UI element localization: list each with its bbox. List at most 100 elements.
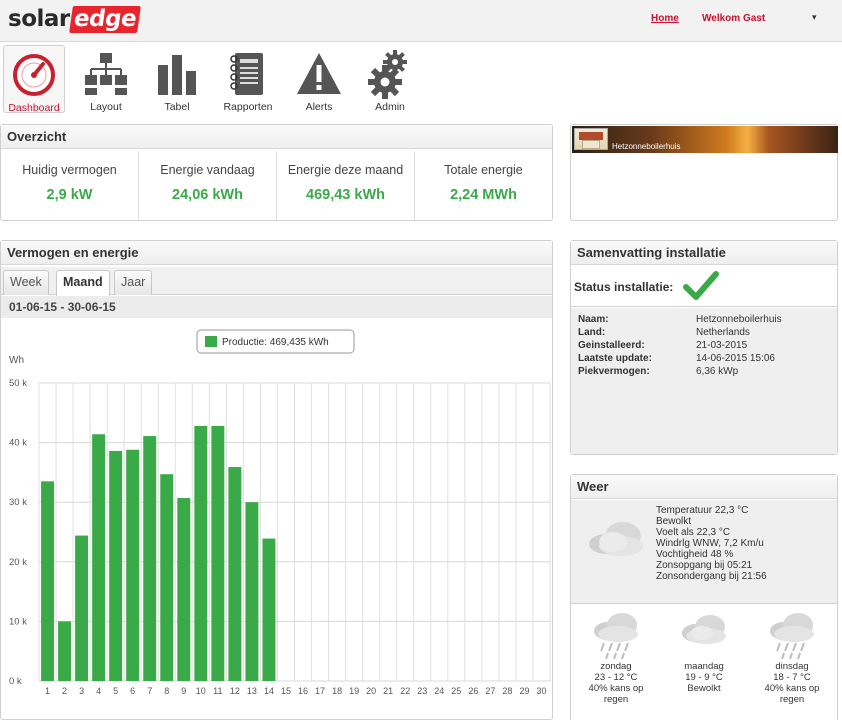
x-tick-label: 17 — [315, 686, 325, 696]
overview-label: Totale energie — [444, 163, 523, 177]
overview-label: Energie deze maand — [287, 163, 404, 177]
tab-week[interactable]: Week — [3, 270, 49, 295]
forecast-desc: 40% kans op — [588, 683, 644, 694]
power-energy-panel: Vermogen en energie Week Maand Jaar 01-0… — [0, 240, 553, 720]
weather-sunset: Zonsondergang bij 21:56 — [656, 571, 767, 582]
x-tick-label: 23 — [417, 686, 427, 696]
overview-title: Overzicht — [1, 125, 552, 149]
nav-rapporten[interactable]: Rapporten — [217, 45, 279, 113]
current-weather: Temperatuur 22,3 °C Bewolkt Voelt als 22… — [571, 500, 837, 604]
bar-day-14 — [262, 538, 276, 681]
nav-dashboard-label: Dashboard — [8, 102, 60, 114]
nav-admin[interactable]: Admin — [359, 45, 421, 113]
weather-humidity: Vochtigheid 48 % — [656, 549, 734, 560]
home-link[interactable]: Home — [651, 13, 679, 24]
y-axis-label: Wh — [9, 355, 24, 366]
forecast-day: dinsdag 18 - 7 °C 40% kans op regen — [749, 605, 835, 705]
y-tick-label: 30 k — [9, 497, 27, 508]
x-tick-label: 15 — [281, 686, 291, 696]
logo-edge-text: edge — [68, 5, 141, 33]
top-bar: solar edge Home Welkom Gast ▾ — [0, 0, 842, 42]
weather-wind: Windrlg WNW, 7,2 Km/u — [656, 538, 764, 549]
summary-value: 6,36 kWp — [696, 366, 739, 377]
overview-current-power: Huidig vermogen 2,9 kW — [1, 151, 139, 220]
site-name-caption: Hetzonneboilerhuis — [612, 142, 681, 151]
overview-panel: Overzicht Huidig vermogen 2,9 kW Energie… — [0, 124, 553, 221]
forecast-day-name: maandag — [684, 661, 724, 672]
bar-day-4 — [92, 434, 106, 681]
overview-value: 2,24 MWh — [450, 187, 517, 203]
overview-value: 2,9 kW — [46, 187, 93, 203]
forecast-desc: 40% kans op — [764, 683, 820, 694]
overview-value: 24,06 kWh — [172, 187, 243, 203]
nav-alerts[interactable]: Alerts — [288, 45, 350, 113]
summary-value: 21-03-2015 — [696, 340, 748, 351]
y-tick-label: 0 k — [9, 676, 22, 687]
bar-day-7 — [143, 436, 157, 681]
x-tick-label: 29 — [519, 686, 529, 696]
bar-day-9 — [177, 498, 191, 681]
welcome-user-menu[interactable]: Welkom Gast — [702, 13, 765, 24]
x-tick-label: 21 — [383, 686, 393, 696]
installation-summary-panel: Samenvatting installatie Status installa… — [570, 240, 838, 455]
cloud-icon — [589, 522, 643, 556]
production-bar-chart: 0 k10 k20 k30 k40 k50 kWh1 2 3 4 5 6 7 8 9 10 11 12… — [9, 329, 551, 696]
summary-key: Piekvermogen: — [578, 366, 650, 377]
overview-energy-month: Energie deze maand 469,43 kWh — [277, 151, 415, 220]
x-tick-label: 22 — [400, 686, 410, 696]
x-tick-label: 28 — [502, 686, 512, 696]
nav-dashboard[interactable]: Dashboard — [3, 45, 65, 114]
nav-tabel-label: Tabel — [164, 101, 190, 113]
bar-day-8 — [160, 474, 174, 681]
summary-value: Hetzonneboilerhuis — [696, 314, 782, 325]
admin-gears-icon — [368, 50, 407, 99]
summary-key: Laatste update: — [578, 353, 652, 364]
forecast-desc: regen — [603, 694, 629, 705]
overview-value: 469,43 kWh — [306, 187, 385, 203]
solaredge-logo[interactable]: solar edge — [8, 4, 141, 34]
x-tick-label: 20 — [366, 686, 376, 696]
forecast-temp: 19 - 9 °C — [685, 672, 723, 683]
weather-condition: Bewolkt — [656, 516, 692, 527]
chevron-down-icon[interactable]: ▾ — [812, 12, 817, 23]
bar-table-icon — [158, 55, 196, 95]
bar-day-11 — [211, 425, 225, 681]
rain-cloud-icon — [594, 613, 638, 660]
bar-day-12 — [228, 467, 242, 681]
site-image-panel[interactable]: Hetzonneboilerhuis — [570, 124, 838, 221]
bar-day-5 — [109, 450, 123, 681]
x-tick-label: 7 — [147, 686, 152, 696]
x-tick-label: 24 — [434, 686, 444, 696]
weather-title: Weer — [571, 475, 837, 499]
tab-jaar[interactable]: Jaar — [114, 270, 153, 295]
nav-rapporten-label: Rapporten — [223, 101, 273, 113]
nav-layout[interactable]: Layout — [75, 45, 137, 113]
x-tick-label: 4 — [96, 686, 101, 696]
layout-hierarchy-icon — [85, 53, 127, 95]
x-tick-label: 8 — [164, 686, 169, 696]
nav-alerts-label: Alerts — [305, 101, 333, 113]
cloud-icon — [682, 615, 726, 644]
x-tick-label: 11 — [213, 686, 222, 696]
x-tick-label: 30 — [536, 686, 546, 696]
x-tick-label: 6 — [130, 686, 135, 696]
weather-temperature: Temperatuur 22,3 °C — [656, 505, 749, 516]
check-icon — [683, 271, 719, 300]
forecast-temp: 18 - 7 °C — [773, 672, 811, 683]
x-tick-label: 14 — [264, 686, 274, 696]
bar-day-6 — [126, 449, 140, 681]
date-range: 01-06-15 - 30-06-15 — [1, 296, 552, 318]
y-tick-label: 20 k — [9, 557, 27, 568]
x-tick-label: 18 — [332, 686, 342, 696]
report-notebook-icon — [230, 53, 263, 95]
tab-maand[interactable]: Maand — [56, 270, 110, 296]
x-tick-label: 3 — [79, 686, 84, 696]
bar-day-1 — [41, 481, 54, 681]
nav-tabel[interactable]: Tabel — [146, 45, 208, 113]
x-tick-label: 27 — [485, 686, 495, 696]
x-tick-label: 25 — [451, 686, 461, 696]
y-tick-label: 10 k — [9, 616, 27, 627]
summary-key: Land: — [578, 327, 606, 338]
x-tick-label: 1 — [45, 686, 50, 696]
legend-label: Productie: 469,435 kWh — [222, 337, 329, 348]
